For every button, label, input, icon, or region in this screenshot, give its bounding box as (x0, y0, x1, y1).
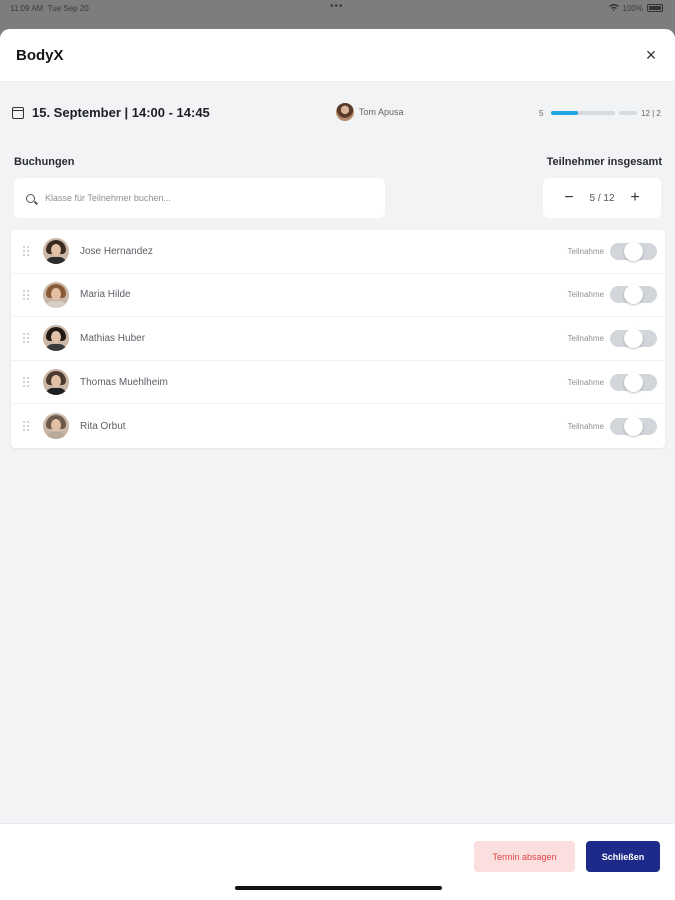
status-right: 100% (608, 3, 663, 13)
close-icon[interactable]: × (641, 45, 661, 65)
attendance-label: Teilnahme (567, 246, 604, 256)
attendance-toggle[interactable] (610, 241, 657, 261)
attendee-row: Thomas Muehlheim Teilnahme (11, 361, 665, 405)
attendee-row: Rita Orbut Teilnahme (11, 404, 665, 448)
participants-count: 5 / 12 (589, 192, 615, 204)
wifi-icon (608, 3, 619, 13)
capacity-progress-bar (551, 111, 615, 115)
participants-stepper: − 5 / 12 + (543, 178, 661, 218)
capacity-progress-fill (551, 111, 578, 115)
session-info-bar: 15. September | 14:00 - 14:45 Tom Apusa … (0, 83, 675, 141)
increment-button[interactable]: + (627, 189, 643, 207)
calendar-icon (12, 107, 24, 119)
participants-total-label: Teilnehmer insgesamt (546, 156, 662, 168)
capacity-min: 5 (539, 109, 544, 118)
capacity-max: 12 | 2 (641, 109, 661, 118)
session-date-time: 15. September | 14:00 - 14:45 (32, 105, 210, 120)
search-box (14, 178, 385, 218)
battery-icon (647, 4, 663, 12)
bookings-label: Buchungen (14, 156, 75, 168)
attendee-row: Maria Hilde Teilnahme (11, 274, 665, 318)
home-indicator (235, 886, 442, 890)
decrement-button[interactable]: − (561, 189, 577, 207)
drag-handle-icon[interactable] (23, 333, 29, 344)
attendee-name: Maria Hilde (80, 289, 131, 301)
status-bar: 11:09 AM Tue Sep 20 ••• 100% (0, 0, 675, 18)
drag-handle-icon[interactable] (23, 246, 29, 257)
attendance-label: Teilnahme (567, 421, 604, 431)
attendance-toggle[interactable] (610, 416, 657, 436)
drag-handle-icon[interactable] (23, 377, 29, 388)
attendee-name: Mathias Huber (80, 332, 146, 344)
search-icon (26, 193, 35, 203)
attendance-toggle[interactable] (610, 372, 657, 392)
attendance-toggle[interactable] (610, 328, 657, 348)
avatar (43, 281, 69, 308)
cancel-appointment-button[interactable]: Termin absagen (474, 841, 575, 872)
modal-title: BodyX (16, 47, 64, 64)
attendee-list: Jose Hernandez Teilnahme Maria Hilde Teilna… (11, 230, 665, 448)
battery-percent: 100% (622, 3, 643, 13)
modal-sheet: BodyX × 15. September | 14:00 - 14:45 To… (0, 29, 675, 900)
attendance-label: Teilnahme (567, 333, 604, 343)
attendance-toggle[interactable] (610, 285, 657, 305)
trainer-avatar (336, 103, 354, 121)
close-button[interactable]: Schließen (586, 841, 660, 872)
attendee-name: Thomas Muehlheim (80, 376, 168, 388)
avatar (43, 413, 69, 440)
attendee-row: Mathias Huber Teilnahme (11, 317, 665, 361)
attendee-name: Jose Hernandez (80, 245, 153, 257)
trainer: Tom Apusa (336, 103, 404, 121)
trainer-name: Tom Apusa (359, 107, 404, 117)
attendee-row: Jose Hernandez Teilnahme (11, 230, 665, 274)
modal-footer: Termin absagen Schließen (0, 823, 675, 900)
modal-header: BodyX × (0, 29, 675, 82)
attendance-label: Teilnahme (567, 377, 604, 387)
drag-handle-icon[interactable] (23, 289, 29, 300)
attendance-label: Teilnahme (567, 290, 604, 300)
capacity-waitlist-bar (619, 111, 637, 115)
avatar (43, 325, 69, 352)
multitasking-dots: ••• (330, 1, 344, 12)
avatar (43, 238, 69, 265)
status-time: 11:09 AM Tue Sep 20 (10, 4, 89, 13)
search-input[interactable] (45, 193, 345, 203)
avatar (43, 369, 69, 396)
drag-handle-icon[interactable] (23, 421, 29, 432)
attendee-name: Rita Orbut (80, 420, 126, 432)
